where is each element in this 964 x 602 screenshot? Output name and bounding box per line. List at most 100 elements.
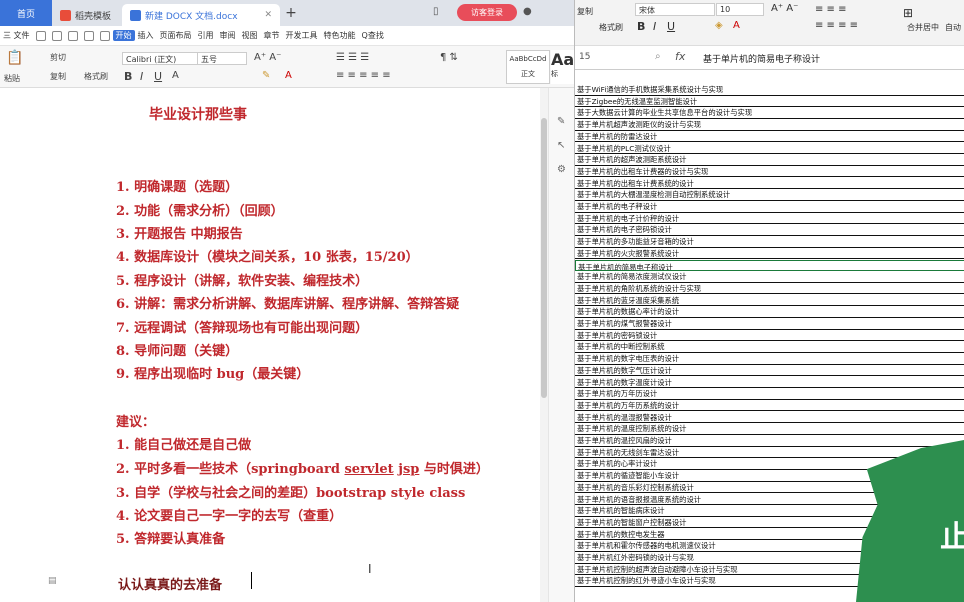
sheet-font-select[interactable]: 宋体 (635, 3, 715, 16)
sheet-row[interactable]: 基于Zigbee的无线温室监测智能设计 (575, 96, 964, 108)
redo-icon[interactable] (99, 30, 110, 41)
copy-button[interactable]: 复制 (50, 71, 66, 82)
sheet-row[interactable]: 基于单片机的多功能益牙音箱的设计 (575, 236, 964, 248)
menu-view[interactable]: 视图 (239, 30, 261, 41)
sheet-italic-icon[interactable]: I (653, 20, 656, 33)
sheet-row[interactable]: 基于单片机的温湿报警器设计 (575, 412, 964, 424)
sheet-row[interactable]: 基于单片机的角阶机系统的设计与实现 (575, 283, 964, 295)
menu-insert[interactable]: 插入 (135, 30, 157, 41)
sheet-align-icon[interactable]: ≡ ≡ ≡ ≡ (815, 20, 858, 31)
wrap-button[interactable]: 自动 (945, 22, 961, 33)
menu-layout[interactable]: 页面布局 (157, 30, 195, 41)
scrollbar-thumb[interactable] (541, 118, 547, 398)
save-icon[interactable] (35, 30, 46, 41)
select-icon[interactable]: ↖ (557, 140, 568, 151)
fx-label[interactable]: fx (675, 50, 685, 63)
font-select[interactable]: Calibri (正文) (122, 52, 208, 65)
menu-review[interactable]: 审阅 (217, 30, 239, 41)
paste-icon[interactable]: 📋 (6, 50, 23, 66)
sheet-row[interactable]: 基于单片机的蓝牙温度采集系统 (575, 295, 964, 307)
menu-developer[interactable]: 开发工具 (283, 30, 321, 41)
style-heading[interactable]: Aa 标 (551, 50, 574, 84)
sheet-bold-icon[interactable]: B (637, 20, 645, 33)
sheet-row[interactable]: 基于单片机的万年历系统的设计 (575, 400, 964, 412)
underline-icon[interactable]: U (154, 70, 162, 83)
bullets-icon[interactable]: ☰ ☰ ☰ (336, 52, 369, 63)
merge-center-button[interactable]: 合并居中 (907, 22, 939, 33)
sheet-row[interactable]: 基于单片机的简易浓度测试仪设计 (575, 271, 964, 283)
sheet-underline-icon[interactable]: U (667, 20, 675, 33)
italic-icon[interactable]: I (140, 70, 143, 83)
sheet-font-color-icon[interactable]: A (733, 20, 740, 31)
zoom-icon[interactable]: ⌕ (655, 51, 661, 62)
vertical-scrollbar[interactable] (540, 88, 548, 602)
size-select[interactable]: 五号 (197, 52, 247, 65)
close-icon[interactable]: ✕ (264, 10, 272, 20)
sheet-row[interactable]: 基于单片机的简易电子称设计 (575, 259, 964, 271)
sheet-row[interactable]: 基于单片机的煤气报警器设计 (575, 318, 964, 330)
merge-icon[interactable]: ⊞ (903, 6, 913, 20)
sheet-row[interactable]: 基于单片机的中断控制系统 (575, 341, 964, 353)
sheet-row[interactable]: 基于单片机的火灾报警系统设计 (575, 248, 964, 260)
grow-font-icon[interactable]: A⁺ A⁻ (254, 52, 281, 63)
menu-features[interactable]: 特色功能 (321, 30, 359, 41)
cut-button[interactable]: 剪切 (50, 52, 66, 63)
sheet-row[interactable]: 基于单片机的出租车计费系统的设计 (575, 178, 964, 190)
menu-file[interactable]: 三 文件 (0, 30, 33, 41)
sheet-row[interactable]: 基于单片机的出租车计费器的设计与实现 (575, 166, 964, 178)
sheet-format-painter[interactable]: 格式刷 (599, 22, 623, 33)
sheet-row[interactable]: 基于单片机的超声波测距系统设计 (575, 154, 964, 166)
strikethrough-icon[interactable]: A (172, 70, 179, 81)
sheet-row[interactable]: 基于单片机的万年历设计 (575, 388, 964, 400)
sheet-grow-font-icon[interactable]: A⁺ A⁻ (771, 3, 798, 14)
sheet-size-select[interactable]: 10 (716, 3, 764, 16)
format-painter-button[interactable]: 格式刷 (84, 71, 108, 82)
sheet-row[interactable]: 基于单片机的数字温度计设计 (575, 377, 964, 388)
sheet-row[interactable]: 基于单片机的防雷达设计 (575, 131, 964, 143)
sheet-row[interactable]: 基于WiFi通信的手机数据采集系统设计与实现 (575, 84, 964, 96)
menu-home[interactable]: 开始 (112, 30, 135, 41)
settings-icon[interactable]: ⚙ (557, 164, 568, 175)
menu-find[interactable]: Q查找 (359, 30, 387, 41)
sheet-row[interactable]: 基于大数据云计算的毕业生共享信息平台的设计与实现 (575, 107, 964, 119)
new-tab-button[interactable]: + (280, 5, 302, 21)
sheet-row[interactable]: 基于单片机的密码锁设计 (575, 330, 964, 342)
sheet-copy-button[interactable]: 复制 (577, 6, 593, 17)
avatar[interactable]: ● (523, 6, 532, 17)
formula-input[interactable]: 基于单片机的简易电子称设计 (703, 52, 820, 65)
sheet-row[interactable]: 基于单片机的数字电压表的设计 (575, 353, 964, 365)
sheet-row[interactable]: 基于单片机的数字气压计设计 (575, 365, 964, 377)
sheet-fill-icon[interactable]: ◈ (715, 20, 723, 31)
highlight-icon[interactable]: ✎ (262, 70, 270, 81)
sheet-row[interactable]: 基于单片机超声波测距仪的设计与实现 (575, 119, 964, 131)
page-count-icon[interactable]: ▯ (433, 6, 439, 17)
cell-reference[interactable]: 15 (579, 52, 590, 62)
paragraph-marker-icon[interactable]: ▤ (48, 576, 57, 586)
paste-label[interactable]: 粘贴 (4, 73, 20, 84)
menu-references[interactable]: 引用 (195, 30, 217, 41)
edit-icon[interactable]: ✎ (557, 116, 568, 127)
paragraph-icon[interactable]: ¶ ⇅ (440, 52, 458, 63)
sheet-row[interactable]: 基于单片机的PLC测试仪设计 (575, 143, 964, 154)
tab-document[interactable]: 新建 DOCX 文档.docx ✕ (122, 4, 280, 26)
sheet-align-top-icon[interactable]: ≡ ≡ ≡ (815, 4, 847, 15)
sheet-row[interactable]: 基于单片机的温度控制系统的设计 (575, 423, 964, 435)
sheet-row[interactable]: 基于单片机的电子计价秤的设计 (575, 213, 964, 225)
document-page[interactable] (0, 88, 574, 602)
sheet-row[interactable]: 基于单片机的电子密码锁设计 (575, 224, 964, 236)
sheet-row[interactable]: 基于单片机的数据心率计的设计 (575, 306, 964, 318)
login-button[interactable]: 访客登录 (457, 4, 517, 21)
undo-icon[interactable] (83, 30, 94, 41)
tab-template[interactable]: 稻壳模板 (52, 4, 122, 26)
sheet-row[interactable]: 基于单片机的温控风扇的设计 (575, 435, 964, 447)
bold-icon[interactable]: B (124, 70, 132, 83)
tab-home[interactable]: 首页 (0, 0, 52, 26)
sheet-row[interactable]: 基于单片机的大棚温湿度检测自动控制系统设计 (575, 189, 964, 201)
preview-icon[interactable] (67, 30, 78, 41)
align-icon[interactable]: ≡ ≡ ≡ ≡ ≡ (336, 70, 391, 81)
menu-section[interactable]: 章节 (261, 30, 283, 41)
style-normal[interactable]: AaBbCcDd 正文 (506, 50, 550, 84)
print-icon[interactable] (51, 30, 62, 41)
sheet-row[interactable]: 基于单片机的电子秤设计 (575, 201, 964, 213)
font-color-icon[interactable]: A (285, 70, 292, 81)
